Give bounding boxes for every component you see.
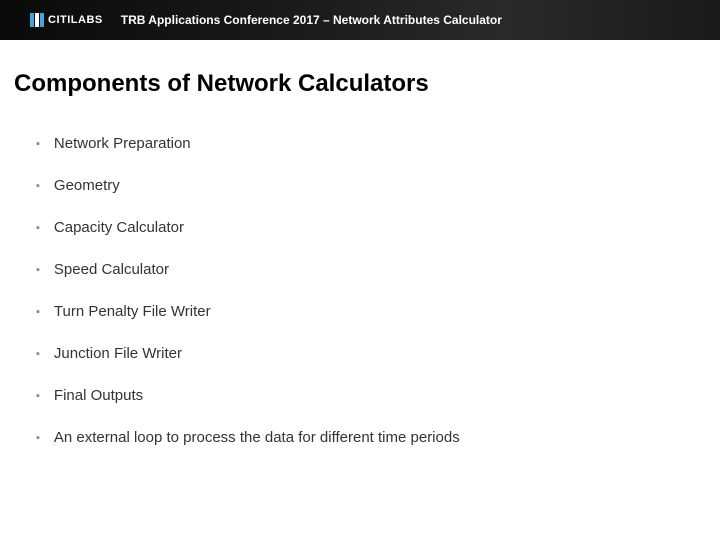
slide-content: Components of Network Calculators ▪ Netw… — [0, 40, 720, 448]
bullet-text: Geometry — [54, 176, 120, 196]
bullet-icon: ▪ — [36, 218, 40, 238]
list-item: ▪ Capacity Calculator — [36, 218, 706, 238]
header-title: TRB Applications Conference 2017 – Netwo… — [121, 13, 502, 27]
bullet-icon: ▪ — [36, 302, 40, 322]
bullet-text: Capacity Calculator — [54, 218, 184, 238]
list-item: ▪ Geometry — [36, 176, 706, 196]
logo-text: CITILABS — [48, 14, 103, 26]
list-item: ▪ Turn Penalty File Writer — [36, 302, 706, 322]
list-item: ▪ An external loop to process the data f… — [36, 428, 706, 448]
list-item: ▪ Speed Calculator — [36, 260, 706, 280]
slide-title: Components of Network Calculators — [14, 70, 706, 98]
list-item: ▪ Final Outputs — [36, 386, 706, 406]
bullet-text: Network Preparation — [54, 134, 191, 154]
logo-mark-icon — [30, 13, 44, 27]
bullet-icon: ▪ — [36, 260, 40, 280]
citilabs-logo: CITILABS — [30, 13, 103, 27]
list-item: ▪ Junction File Writer — [36, 344, 706, 364]
bullet-icon: ▪ — [36, 428, 40, 448]
bullet-icon: ▪ — [36, 134, 40, 154]
bullet-text: Turn Penalty File Writer — [54, 302, 211, 322]
bullet-text: Speed Calculator — [54, 260, 169, 280]
bullet-icon: ▪ — [36, 344, 40, 364]
bullet-text: Final Outputs — [54, 386, 143, 406]
slide-header: CITILABS TRB Applications Conference 201… — [0, 0, 720, 40]
bullet-icon: ▪ — [36, 176, 40, 196]
list-item: ▪ Network Preparation — [36, 134, 706, 154]
bullet-text: An external loop to process the data for… — [54, 428, 460, 448]
bullet-icon: ▪ — [36, 386, 40, 406]
bullet-text: Junction File Writer — [54, 344, 182, 364]
bullet-list: ▪ Network Preparation ▪ Geometry ▪ Capac… — [14, 134, 706, 448]
